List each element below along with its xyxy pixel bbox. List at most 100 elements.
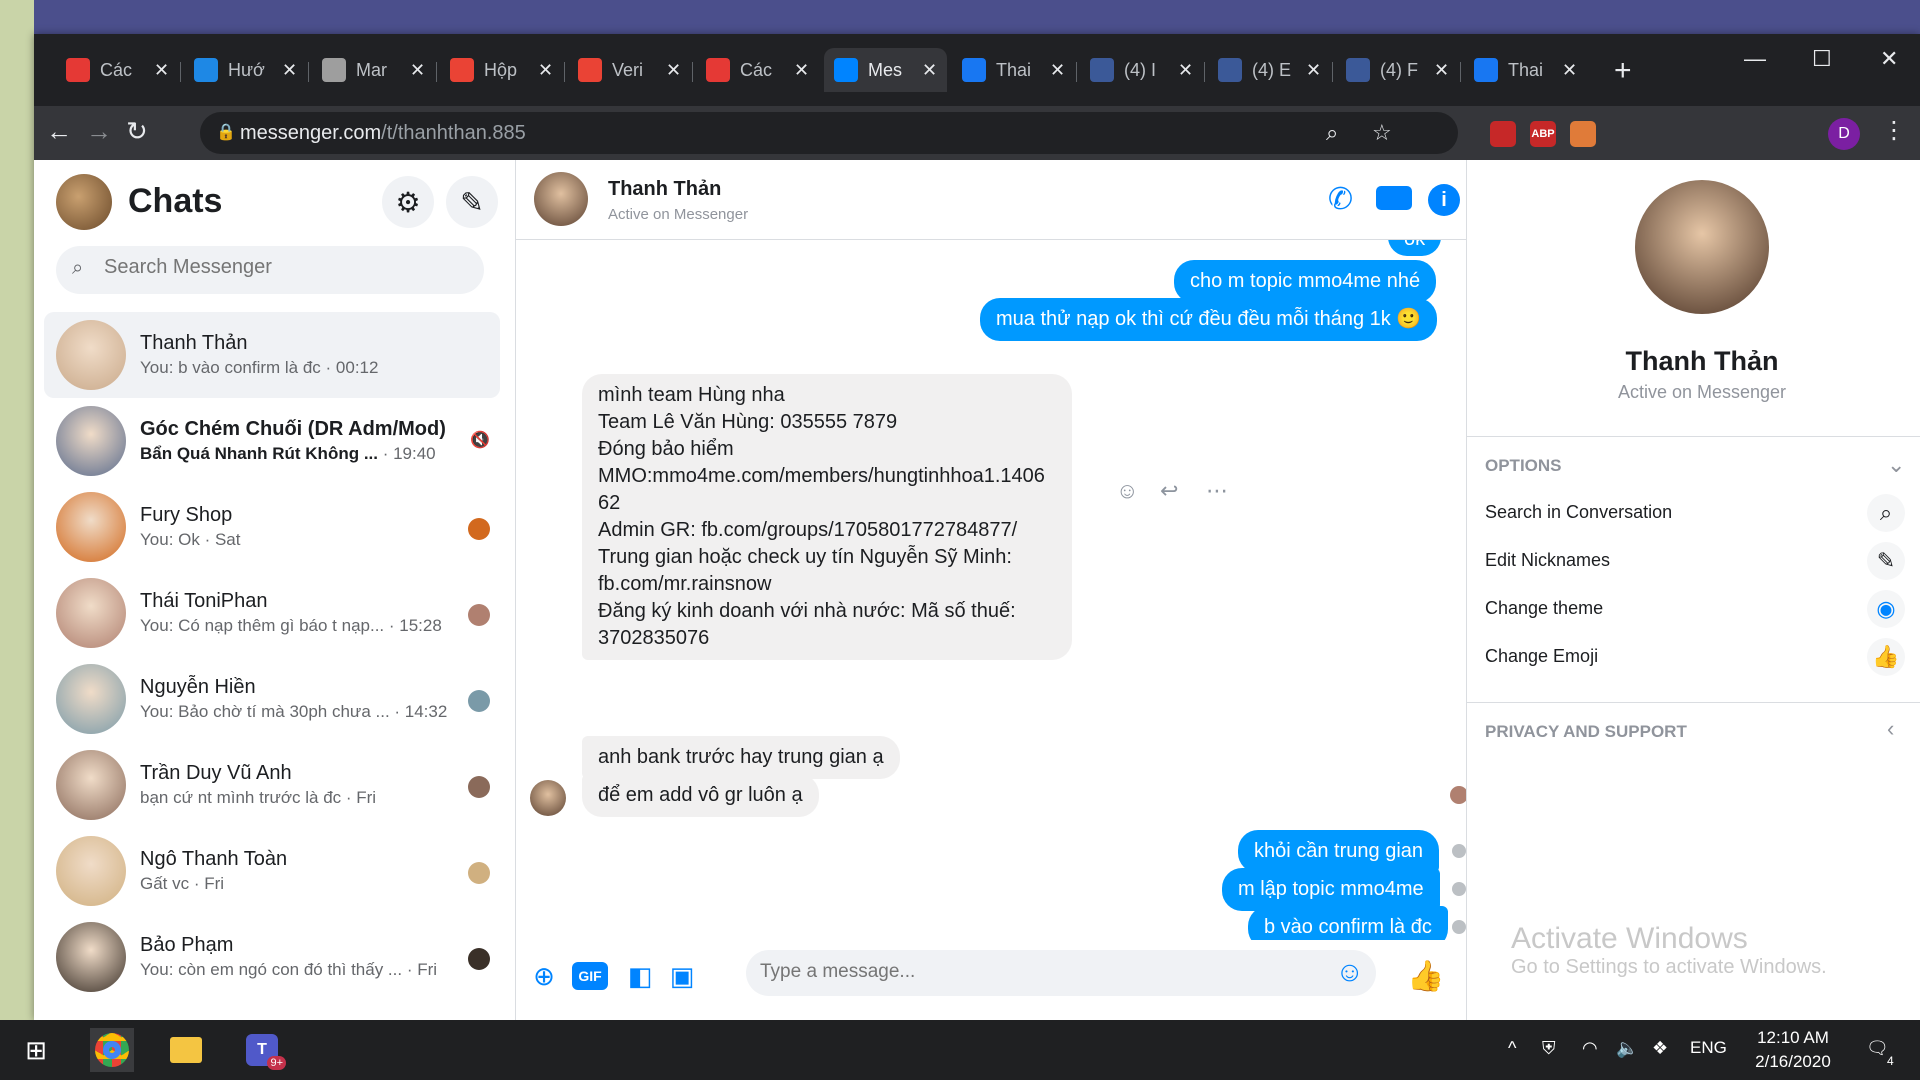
browser-tab[interactable]: Mes ✕ [824,48,948,92]
bookmark-star-icon[interactable]: ☆ [1372,120,1392,146]
browser-tab[interactable]: Mar ✕ [312,52,435,88]
option-change-emoji[interactable]: Change Emoji 👍 [1485,634,1905,680]
options-header[interactable]: OPTIONS [1485,456,1562,476]
language-indicator[interactable]: ENG [1690,1038,1727,1058]
browser-tab[interactable]: Các ✕ [696,52,819,88]
browser-tab[interactable]: (4) F ✕ [1336,52,1459,88]
close-tab-icon[interactable]: ✕ [1306,60,1321,81]
minimize-button[interactable]: — [1744,46,1766,72]
chat-preview-text: bạn cứ nt mình trước là đc · Fri [140,788,377,807]
message-bubble-out[interactable]: khỏi cần trung gian [1238,830,1440,873]
close-tab-icon[interactable]: ✕ [794,60,809,81]
search-box[interactable]: ⌕ [56,246,484,294]
browser-tab[interactable]: Hộp ✕ [440,52,563,88]
plus-circle-icon[interactable]: ⊕ [528,960,560,992]
contact-name[interactable]: Thanh Thản [608,178,721,201]
maximize-button[interactable]: ☐ [1812,46,1832,72]
message-input[interactable] [760,961,1320,983]
extension-books-icon[interactable] [1570,121,1596,147]
wifi-icon[interactable]: ◠ [1582,1038,1598,1059]
clock-date[interactable]: 2/16/2020 [1744,1052,1842,1072]
chat-list-item[interactable]: Nguyễn Hiền You: Bảo chờ tí mà 30ph chưa … [44,656,500,742]
emoji-icon[interactable]: ☺ [1335,956,1364,988]
chat-list-item[interactable]: Bảo Phạm You: còn em ngó con đó thì thấy … [44,914,500,1000]
address-bar[interactable]: 🔒 messenger.com/t/thanhthan.885 ⌕ ☆ [200,112,1458,154]
close-tab-icon[interactable]: ✕ [666,60,681,81]
chat-list-item[interactable]: Thái ToniPhan You: Có nạp thêm gì báo t n… [44,570,500,656]
close-tab-icon[interactable]: ✕ [1178,60,1193,81]
browser-tab[interactable]: Hướ ✕ [184,52,307,88]
close-tab-icon[interactable]: ✕ [154,60,169,81]
search-input[interactable] [104,256,464,279]
back-arrow-icon[interactable]: ← [46,116,72,147]
teams-icon[interactable]: T 9+ [240,1028,286,1072]
chat-list-item[interactable]: Fury Shop You: Ok · Sat [44,484,500,570]
clock-time[interactable]: 12:10 AM [1748,1028,1838,1048]
contact-avatar[interactable] [534,172,588,226]
chat-list-item[interactable]: Góc Chém Chuối (DR Adm/Mod) Bẩn Quá Nhanh… [44,398,500,484]
message-input-box[interactable]: ☺ [746,950,1376,996]
zoom-icon[interactable]: ⌕ [1326,120,1338,146]
option-search-in-conversation[interactable]: Search in Conversation ⌕ [1485,490,1905,536]
chat-list-item[interactable]: Ngô Thanh Toàn Gất vc · Fri [44,828,500,914]
chevron-down-icon[interactable]: ⌄ [1887,452,1905,478]
message-bubble-in-long[interactable]: mình team Hùng nha Team Lê Văn Hùng: 0355… [582,374,1072,660]
video-call-icon[interactable] [1376,186,1412,210]
close-tab-icon[interactable]: ✕ [1050,60,1065,81]
close-window-button[interactable]: ✕ [1880,46,1898,72]
gif-icon[interactable]: GIF [572,962,608,990]
browser-tab[interactable]: Veri ✕ [568,52,691,88]
volume-mute-icon[interactable]: 🔈 [1616,1038,1638,1059]
settings-gear-icon[interactable]: ⚙ [382,176,434,228]
sticker-icon[interactable]: ◧ [624,960,656,992]
message-bubble-out[interactable]: m lập topic mmo4me [1222,868,1440,911]
chrome-taskbar-icon[interactable] [90,1028,134,1072]
message-bubble-out[interactable]: b vào confirm là đc [1248,906,1448,940]
message-bubble-out[interactable]: cho m topic mmo4me nhé [1174,260,1437,303]
reload-icon[interactable]: ↻ [126,116,148,147]
close-tab-icon[interactable]: ✕ [538,60,553,81]
user-avatar[interactable] [56,174,112,230]
browser-menu-icon[interactable]: ⋮ [1882,116,1906,145]
option-edit-nicknames[interactable]: Edit Nicknames ✎ [1485,538,1905,584]
adblock-plus-icon[interactable]: ABP [1530,121,1556,147]
message-bubble-in[interactable]: để em add vô gr luôn ạ [582,774,819,817]
close-tab-icon[interactable]: ✕ [282,60,297,81]
chat-preview: You: Có nạp thêm gì báo t nạp... · 15:28 [140,616,442,636]
browser-tab[interactable]: Thai ✕ [1464,52,1587,88]
chat-list-item[interactable]: Thanh Thản You: b vào confirm là đc · 00:… [44,312,500,398]
close-tab-icon[interactable]: ✕ [1562,60,1577,81]
more-icon[interactable]: ⋯ [1206,478,1228,504]
forward-arrow-icon[interactable]: → [86,116,112,147]
windows-start-icon[interactable]: ⊞ [14,1028,58,1072]
contact-avatar-large[interactable] [1635,180,1769,314]
close-tab-icon[interactable]: ✕ [1434,60,1449,81]
info-icon[interactable]: i [1428,184,1460,216]
message-bubble-out[interactable]: mua thử nạp ok thì cứ đều đều mỗi tháng … [980,298,1438,341]
thumbs-up-icon[interactable]: 👍 [1407,960,1444,993]
chevron-up-icon[interactable]: ^ [1508,1038,1516,1059]
extension-shield-icon[interactable] [1490,121,1516,147]
defender-icon[interactable]: ⛨ [1542,1038,1556,1059]
file-explorer-icon[interactable] [164,1028,208,1072]
message-bubble-out[interactable]: ok [1388,240,1442,256]
new-tab-button[interactable]: + [1614,54,1632,88]
photo-icon[interactable]: ▣ [666,960,698,992]
browser-tab[interactable]: Các ✕ [56,52,179,88]
close-tab-icon[interactable]: ✕ [922,60,937,81]
reply-icon[interactable]: ↩ [1160,478,1178,504]
chat-list-item[interactable]: Trần Duy Vũ Anh bạn cứ nt mình trước là đ… [44,742,500,828]
message-bubble-in[interactable]: anh bank trước hay trung gian ạ [582,736,900,779]
phone-call-icon[interactable]: ✆ [1328,182,1353,217]
react-emoji-icon[interactable]: ☺ [1116,478,1138,504]
browser-tab[interactable]: (4) I ✕ [1080,52,1203,88]
browser-tab[interactable]: (4) E ✕ [1208,52,1331,88]
chevron-left-icon[interactable]: ‹ [1887,716,1894,742]
option-change-theme[interactable]: Change theme ◉ [1485,586,1905,632]
dropbox-icon[interactable]: ❖ [1652,1038,1668,1059]
new-message-compose-icon[interactable]: ✎ [446,176,498,228]
profile-avatar[interactable]: D [1828,118,1860,150]
close-tab-icon[interactable]: ✕ [410,60,425,81]
privacy-support-header[interactable]: PRIVACY AND SUPPORT [1485,722,1687,742]
browser-tab[interactable]: Thai ✕ [952,52,1075,88]
